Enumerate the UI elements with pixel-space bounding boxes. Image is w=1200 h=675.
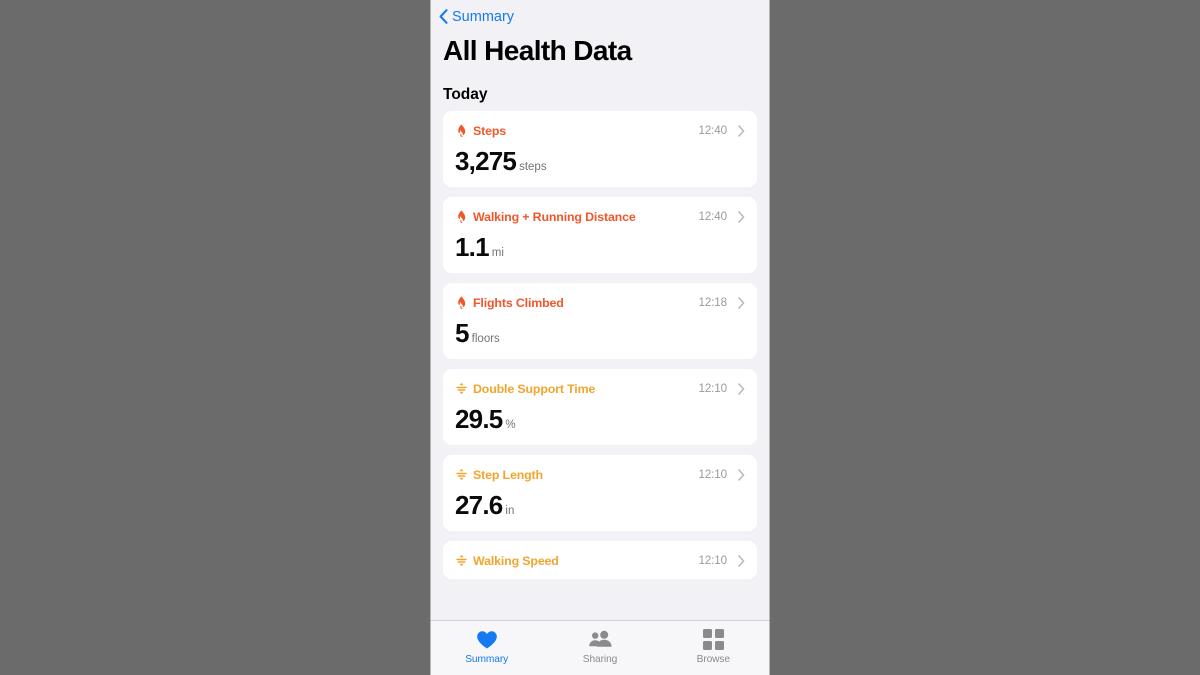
card-value: 1.1 bbox=[455, 232, 490, 262]
card-unit: in bbox=[505, 505, 515, 517]
navigation-bar: Summary bbox=[430, 0, 770, 33]
flame-icon bbox=[455, 209, 468, 224]
card-unit: % bbox=[505, 419, 516, 431]
phone-left-edge bbox=[430, 0, 431, 675]
card-category-label: Walking Speed bbox=[473, 553, 559, 568]
card-timestamp: 12:18 bbox=[698, 296, 727, 309]
card-value-row: 5 floors bbox=[455, 320, 745, 346]
flame-icon bbox=[455, 295, 468, 310]
health-card-walking-speed[interactable]: Walking Speed 12:10 bbox=[443, 541, 757, 579]
tab-label: Browse bbox=[696, 654, 730, 665]
chevron-right-icon bbox=[732, 296, 745, 309]
chevron-left-icon bbox=[439, 9, 448, 24]
card-header: Walking + Running Distance 12:40 bbox=[455, 208, 745, 225]
card-value-row: 27.6 in bbox=[455, 492, 745, 518]
card-value-row: 29.5 % bbox=[455, 406, 745, 432]
chevron-right-icon bbox=[732, 210, 745, 223]
health-card-walking-running-distance[interactable]: Walking + Running Distance 12:40 1.1 mi bbox=[443, 197, 757, 273]
tab-browse[interactable]: Browse bbox=[657, 628, 770, 665]
card-category-label: Step Length bbox=[473, 467, 543, 482]
card-timestamp: 12:40 bbox=[698, 124, 727, 137]
card-category-label: Walking + Running Distance bbox=[473, 209, 636, 224]
tab-summary[interactable]: Summary bbox=[430, 628, 543, 665]
card-header: Flights Climbed 12:18 bbox=[455, 294, 745, 311]
chevron-right-icon bbox=[732, 554, 745, 567]
grid-cell bbox=[714, 640, 724, 650]
card-value-row: 1.1 mi bbox=[455, 234, 745, 260]
tab-bar: Summary Sharing Browse bbox=[430, 620, 770, 675]
gait-icon bbox=[455, 381, 468, 396]
card-category-label: Steps bbox=[473, 123, 506, 138]
card-category-label: Double Support Time bbox=[473, 381, 596, 396]
card-value: 27.6 bbox=[455, 490, 503, 520]
grid-icon bbox=[703, 628, 724, 651]
health-data-list[interactable]: Steps 12:40 3,275 steps Walking + Runnin… bbox=[430, 111, 770, 620]
card-unit: steps bbox=[519, 161, 547, 173]
chevron-right-icon bbox=[732, 124, 745, 137]
page-title: All Health Data bbox=[443, 35, 632, 66]
card-value-row: 3,275 steps bbox=[455, 148, 745, 174]
tab-sharing[interactable]: Sharing bbox=[543, 628, 656, 665]
back-button[interactable]: Summary bbox=[439, 9, 514, 25]
card-timestamp: 12:40 bbox=[698, 210, 727, 223]
gait-icon bbox=[455, 467, 468, 482]
health-card-steps[interactable]: Steps 12:40 3,275 steps bbox=[443, 111, 757, 187]
health-card-double-support-time[interactable]: Double Support Time 12:10 29.5 % bbox=[443, 369, 757, 445]
card-timestamp: 12:10 bbox=[698, 554, 727, 567]
card-unit: mi bbox=[491, 247, 504, 259]
card-timestamp: 12:10 bbox=[698, 382, 727, 395]
card-value: 5 bbox=[455, 318, 469, 348]
grid-cell bbox=[714, 629, 724, 639]
health-card-step-length[interactable]: Step Length 12:10 27.6 in bbox=[443, 455, 757, 531]
grid-cell bbox=[703, 640, 713, 650]
tab-label: Summary bbox=[465, 654, 509, 665]
tab-label: Sharing bbox=[582, 654, 618, 665]
card-header: Step Length 12:10 bbox=[455, 466, 745, 483]
card-value: 29.5 bbox=[455, 404, 503, 434]
people-icon bbox=[587, 628, 613, 651]
card-timestamp: 12:10 bbox=[698, 468, 727, 481]
card-header: Double Support Time 12:10 bbox=[455, 380, 745, 397]
gait-icon bbox=[455, 553, 468, 568]
card-header: Walking Speed 12:10 bbox=[455, 552, 745, 569]
card-category-label: Flights Climbed bbox=[473, 295, 564, 310]
heart-icon bbox=[476, 628, 498, 651]
phone-screen: Summary All Health Data Today Steps 12:4… bbox=[430, 0, 770, 675]
back-button-label: Summary bbox=[452, 8, 515, 25]
card-unit: floors bbox=[471, 333, 500, 345]
phone-right-edge bbox=[769, 0, 770, 675]
grid-cell bbox=[703, 629, 713, 639]
health-card-flights-climbed[interactable]: Flights Climbed 12:18 5 floors bbox=[443, 283, 757, 359]
flame-icon bbox=[455, 123, 468, 138]
card-header: Steps 12:40 bbox=[455, 122, 745, 139]
chevron-right-icon bbox=[732, 468, 745, 481]
section-header-today: Today bbox=[443, 86, 488, 103]
card-value: 3,275 bbox=[455, 146, 517, 176]
chevron-right-icon bbox=[732, 382, 745, 395]
